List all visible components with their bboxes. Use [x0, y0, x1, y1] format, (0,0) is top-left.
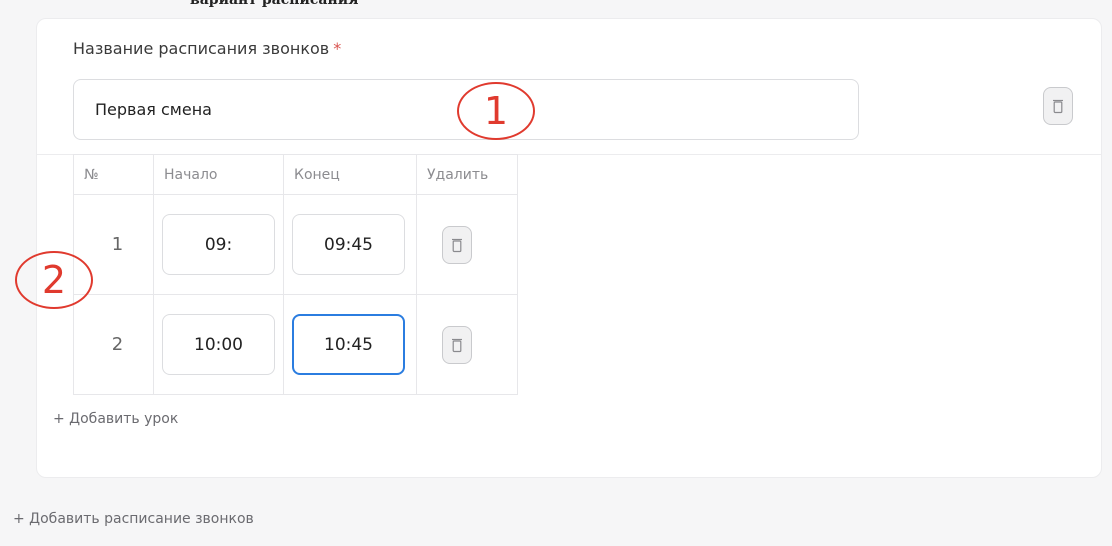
- lesson-start-input[interactable]: [162, 214, 275, 275]
- lesson-start-cell: [153, 194, 284, 295]
- trash-icon: [452, 238, 462, 252]
- lessons-table: № Начало Конец Удалить 1 09: 09:45 2 10:…: [73, 154, 518, 395]
- required-asterisk: *: [333, 39, 342, 58]
- lesson-number: 2: [73, 294, 154, 395]
- annotation-marker-1: 1: [457, 82, 535, 140]
- delete-lesson-button[interactable]: [442, 325, 472, 364]
- delete-lesson-button[interactable]: [442, 225, 472, 264]
- page: вариант расписания Название расписания з…: [0, 0, 1112, 546]
- add-lesson-link[interactable]: + Добавить урок: [53, 411, 178, 427]
- header-start: Начало: [153, 154, 284, 195]
- lessons-header-row: № Начало Конец Удалить: [73, 154, 518, 195]
- schedule-name-label: Название расписания звонков *: [73, 39, 341, 58]
- header-delete: Удалить: [416, 154, 518, 195]
- lesson-start-input[interactable]: [162, 314, 275, 375]
- lesson-end-input[interactable]: [292, 214, 405, 275]
- cropped-heading: вариант расписания: [190, 0, 359, 8]
- header-number: №: [73, 154, 154, 195]
- lesson-delete-cell: [416, 194, 518, 295]
- header-end: Конец: [283, 154, 417, 195]
- lesson-row: 2: [73, 294, 518, 395]
- lesson-end-input[interactable]: [292, 314, 405, 375]
- annotation-marker-2: 2: [15, 251, 93, 309]
- trash-icon: [1053, 99, 1063, 114]
- trash-icon: [452, 338, 462, 352]
- schedule-name-label-text: Название расписания звонков: [73, 39, 330, 58]
- delete-schedule-button[interactable]: [1043, 87, 1073, 125]
- schedule-card: Название расписания звонков* № Начало Ко…: [36, 18, 1102, 478]
- lesson-end-cell: [283, 194, 417, 295]
- lesson-row: 1: [73, 194, 518, 295]
- lesson-end-cell: [283, 294, 417, 395]
- add-schedule-link[interactable]: + Добавить расписание звонков: [13, 511, 254, 527]
- lesson-start-cell: [153, 294, 284, 395]
- lesson-delete-cell: [416, 294, 518, 395]
